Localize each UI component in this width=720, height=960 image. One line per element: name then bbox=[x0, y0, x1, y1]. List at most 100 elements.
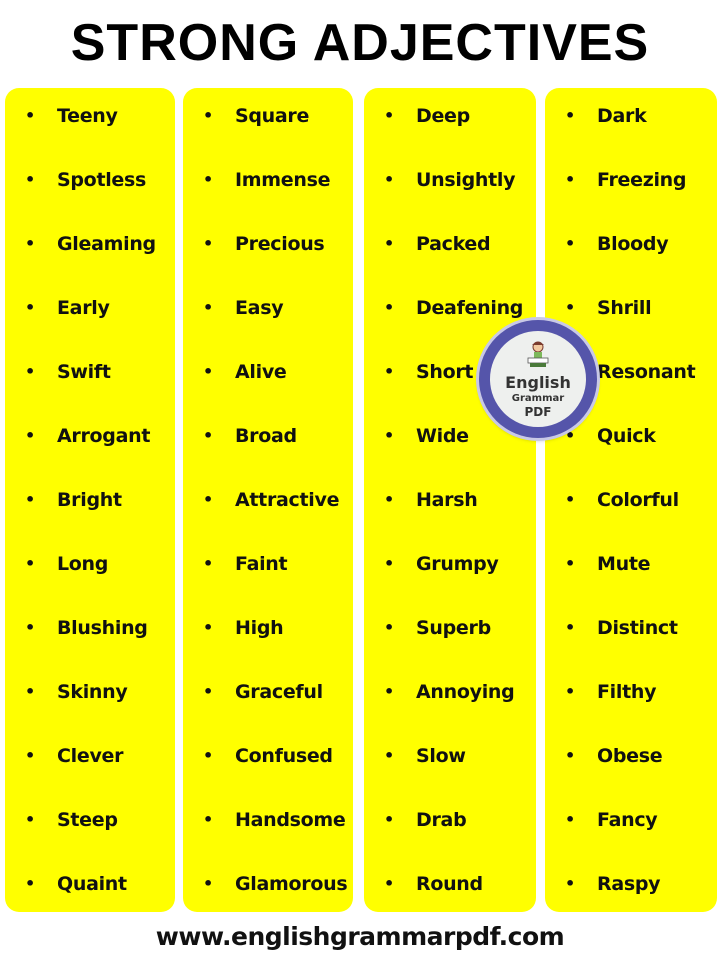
adjective-word: Annoying bbox=[416, 681, 515, 703]
bullet-icon: • bbox=[25, 874, 36, 893]
adjective-word: Resonant bbox=[597, 361, 696, 383]
adjective-word: High bbox=[235, 617, 284, 639]
bullet-icon: • bbox=[25, 810, 36, 829]
bullet-icon: • bbox=[25, 170, 36, 189]
bullet-icon: • bbox=[25, 362, 36, 381]
adjective-word: Packed bbox=[416, 233, 491, 255]
bullet-icon: • bbox=[565, 554, 576, 573]
bullet-icon: • bbox=[565, 298, 576, 317]
bullet-icon: • bbox=[25, 234, 36, 253]
bullet-icon: • bbox=[565, 682, 576, 701]
bullet-icon: • bbox=[384, 298, 395, 317]
adjective-word: Attractive bbox=[235, 489, 340, 511]
bullet-icon: • bbox=[565, 618, 576, 637]
page-title: STRONG ADJECTIVES bbox=[70, 14, 650, 72]
word-column-2: • Square • Immense • Precious • Easy • Alive • Broa… bbox=[183, 88, 353, 912]
adjective-word: Slow bbox=[416, 745, 466, 767]
bullet-icon: • bbox=[384, 362, 395, 381]
adjective-word: Glamorous bbox=[235, 873, 348, 895]
word-column-4: • Dark • Freezing • Bloody • Shrill • Resonant • Qu… bbox=[545, 88, 717, 912]
adjective-word: Filthy bbox=[597, 681, 657, 703]
bullet-icon: • bbox=[203, 810, 214, 829]
adjective-word: Shrill bbox=[597, 297, 652, 319]
bullet-icon: • bbox=[203, 618, 214, 637]
adjective-word: Dark bbox=[597, 105, 647, 127]
adjective-word: Graceful bbox=[235, 681, 323, 703]
adjective-word: Handsome bbox=[235, 809, 346, 831]
bullet-icon: • bbox=[384, 554, 395, 573]
girl-reading-icon bbox=[527, 341, 549, 367]
website-url: www.englishgrammarpdf.com bbox=[155, 922, 565, 951]
bullet-icon: • bbox=[384, 490, 395, 509]
adjective-word: Superb bbox=[416, 617, 491, 639]
bullet-icon: • bbox=[565, 746, 576, 765]
bullet-icon: • bbox=[384, 810, 395, 829]
bullet-icon: • bbox=[384, 106, 395, 125]
bullet-icon: • bbox=[384, 618, 395, 637]
adjective-word: Confused bbox=[235, 745, 333, 767]
bullet-icon: • bbox=[203, 170, 214, 189]
adjective-word: Long bbox=[57, 553, 109, 575]
adjective-word: Skinny bbox=[57, 681, 128, 703]
bullet-icon: • bbox=[565, 810, 576, 829]
adjective-word: Broad bbox=[235, 425, 297, 447]
adjective-word: Quick bbox=[597, 425, 656, 447]
adjective-word: Short bbox=[416, 361, 474, 383]
bullet-icon: • bbox=[203, 362, 214, 381]
bullet-icon: • bbox=[565, 490, 576, 509]
bullet-icon: • bbox=[25, 554, 36, 573]
adjective-word: Teeny bbox=[57, 105, 118, 127]
adjective-word: Bright bbox=[57, 489, 122, 511]
adjective-word: Drab bbox=[416, 809, 467, 831]
bullet-icon: • bbox=[203, 490, 214, 509]
adjective-word: Fancy bbox=[597, 809, 658, 831]
logo-badge: English Grammar PDF bbox=[490, 331, 586, 427]
logo-text-english: English bbox=[505, 373, 571, 392]
adjective-word: Mute bbox=[597, 553, 651, 575]
bullet-icon: • bbox=[384, 682, 395, 701]
bullet-icon: • bbox=[25, 746, 36, 765]
adjective-word: Raspy bbox=[597, 873, 661, 895]
adjective-word: Spotless bbox=[57, 169, 147, 191]
adjective-word: Precious bbox=[235, 233, 325, 255]
adjective-word: Quaint bbox=[57, 873, 127, 895]
adjective-word: Alive bbox=[235, 361, 287, 383]
adjective-word: Gleaming bbox=[57, 233, 156, 255]
bullet-icon: • bbox=[384, 874, 395, 893]
adjective-word: Clever bbox=[57, 745, 124, 767]
bullet-icon: • bbox=[203, 554, 214, 573]
word-column-1: • Teeny • Spotless • Gleaming • Early • Swift • Arr… bbox=[5, 88, 175, 912]
adjective-word: Deep bbox=[416, 105, 470, 127]
bullet-icon: • bbox=[203, 234, 214, 253]
bullet-icon: • bbox=[203, 682, 214, 701]
adjective-word: Arrogant bbox=[57, 425, 151, 447]
bullet-icon: • bbox=[25, 490, 36, 509]
bullet-icon: • bbox=[565, 170, 576, 189]
adjective-word: Colorful bbox=[597, 489, 679, 511]
bullet-icon: • bbox=[384, 170, 395, 189]
logo-text-pdf: PDF bbox=[524, 405, 552, 419]
bullet-icon: • bbox=[384, 426, 395, 445]
adjective-word: Grumpy bbox=[416, 553, 499, 575]
adjective-word: Unsightly bbox=[416, 169, 516, 191]
bullet-icon: • bbox=[203, 106, 214, 125]
bullet-icon: • bbox=[384, 746, 395, 765]
bullet-icon: • bbox=[565, 106, 576, 125]
bullet-icon: • bbox=[203, 874, 214, 893]
bullet-icon: • bbox=[25, 298, 36, 317]
adjective-word: Steep bbox=[57, 809, 118, 831]
bullet-icon: • bbox=[203, 298, 214, 317]
bullet-icon: • bbox=[203, 746, 214, 765]
bullet-icon: • bbox=[203, 426, 214, 445]
adjective-word: Swift bbox=[57, 361, 111, 383]
bullet-icon: • bbox=[565, 874, 576, 893]
adjective-word: Blushing bbox=[57, 617, 148, 639]
bullet-icon: • bbox=[25, 618, 36, 637]
word-column-3: • Deep • Unsightly • Packed • Deafening • Short • W… bbox=[364, 88, 536, 912]
bullet-icon: • bbox=[384, 234, 395, 253]
english-grammar-pdf-logo: English Grammar PDF bbox=[479, 320, 597, 438]
adjective-word: Obese bbox=[597, 745, 663, 767]
adjective-word: Wide bbox=[416, 425, 469, 447]
adjective-word: Easy bbox=[235, 297, 284, 319]
adjective-word: Round bbox=[416, 873, 483, 895]
